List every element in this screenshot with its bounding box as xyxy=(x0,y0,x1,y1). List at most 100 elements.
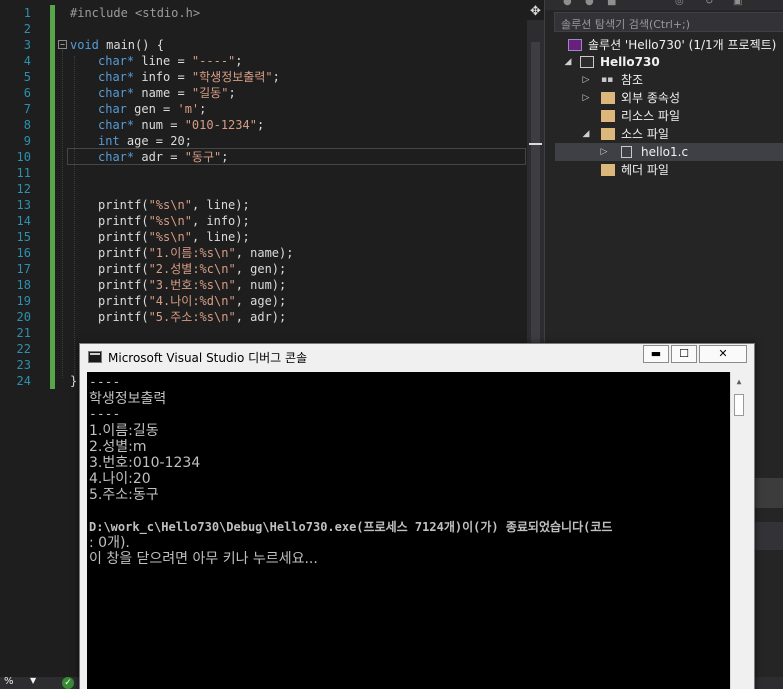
scrollbar-thumb[interactable] xyxy=(734,394,744,416)
folder-icon xyxy=(601,92,615,104)
keyword: void xyxy=(70,38,99,52)
console-app-icon xyxy=(88,351,102,363)
tree-item-label: 외부 종속성 xyxy=(621,91,681,105)
no-issues-icon[interactable]: ✓ xyxy=(62,677,74,689)
tree-item-header-files[interactable]: 헤더 파일 xyxy=(555,161,783,179)
code-token: ; xyxy=(256,118,265,132)
expand-triangle-icon[interactable]: ◢ xyxy=(581,125,591,143)
line-number: 8 xyxy=(23,118,31,132)
tree-item-label: 소스 파일 xyxy=(621,127,669,141)
expand-triangle-icon[interactable]: ◢ xyxy=(563,53,573,71)
scroll-up-arrow-icon[interactable]: ▲ xyxy=(731,374,747,390)
code-token: info = xyxy=(134,70,192,84)
scrollbar-thumb[interactable] xyxy=(531,42,540,362)
tree-item-external-dependencies[interactable]: ▷ 외부 종속성 xyxy=(555,89,783,107)
string-literal: "----" xyxy=(191,54,236,68)
code-token: , info); xyxy=(191,214,250,228)
tree-item-label: 리소스 파일 xyxy=(621,109,681,123)
console-line: 2.성별:m xyxy=(89,439,147,455)
console-line: 5.주소:동구 xyxy=(89,487,159,503)
string-literal: "010-1234" xyxy=(184,118,257,132)
code-line: int age = 20; xyxy=(98,133,192,149)
caret-position-marker xyxy=(529,143,542,145)
code-token: num = xyxy=(134,118,185,132)
zoom-dropdown-icon[interactable]: ▼ xyxy=(30,676,36,685)
collapse-triangle-icon[interactable]: ▷ xyxy=(581,89,591,107)
keyword: char* xyxy=(98,118,135,132)
tree-item-label: 참조 xyxy=(621,73,644,87)
code-token: , name); xyxy=(235,246,294,260)
code-line: char* line = "----"; xyxy=(98,53,243,69)
code-token: printf( xyxy=(98,294,149,308)
line-number: 10 xyxy=(16,150,31,164)
forward-icon[interactable]: ● xyxy=(585,0,594,7)
change-tracking-bar xyxy=(50,5,55,389)
console-output[interactable]: ---- 학생정보출력 ---- 1.이름:길동 2.성별:m 3.번호:010… xyxy=(87,372,730,689)
code-token: age = 20; xyxy=(119,134,192,148)
collapse-all-icon[interactable]: ▣ xyxy=(733,0,742,7)
console-line: ---- xyxy=(89,375,121,390)
zoom-level[interactable]: % xyxy=(4,676,14,687)
explorer-search-input[interactable]: 솔루션 탐색기 검색(Ctrl+;) xyxy=(554,12,783,32)
tree-item-source-files[interactable]: ◢ 소스 파일 xyxy=(555,125,783,143)
code-line: printf("4.나이:%d\n", age); xyxy=(98,293,286,309)
line-number: 20 xyxy=(16,310,31,324)
string-literal: "4.나이:%d\n" xyxy=(148,294,236,308)
folder-icon xyxy=(601,110,615,122)
code-line: printf("5.주소:%s\n", adr); xyxy=(98,309,286,325)
close-button[interactable]: ✕ xyxy=(699,345,747,363)
console-vertical-scrollbar[interactable]: ▲ xyxy=(730,372,747,689)
split-view-icon[interactable]: ✥ xyxy=(527,4,544,20)
tree-item-label: 솔루션 'Hello730' (1/1개 프로젝트) xyxy=(588,38,777,52)
tree-item-hello1-c[interactable]: ▷ hello1.c xyxy=(555,143,783,161)
tree-item-project[interactable]: ◢ Hello730 xyxy=(555,53,783,71)
line-number: 1 xyxy=(23,6,31,20)
tree-item-solution[interactable]: 솔루션 'Hello730' (1/1개 프로젝트) xyxy=(555,36,783,54)
tree-item-label: 헤더 파일 xyxy=(621,163,669,177)
console-line: 학생정보출력 xyxy=(89,391,167,407)
tree-item-resource-files[interactable]: 리소스 파일 xyxy=(555,107,783,125)
tree-item-label: hello1.c xyxy=(641,145,689,159)
console-line: : 0개). xyxy=(89,535,130,551)
code-token: ; xyxy=(199,102,207,116)
folder-icon xyxy=(601,164,615,176)
code-line: char* name = "길동"; xyxy=(98,85,236,101)
keyword: int xyxy=(98,134,120,148)
keyword: char* xyxy=(98,54,135,68)
console-line: 이 창을 닫으려면 아무 키나 누르세요... xyxy=(89,551,318,567)
minimize-button[interactable]: ▬ xyxy=(643,345,669,363)
string-literal: "길동" xyxy=(191,86,229,100)
code-line: } xyxy=(70,373,77,389)
code-token: gen = xyxy=(126,102,178,116)
refresh-icon[interactable]: ↻ xyxy=(705,0,713,7)
line-number: 2 xyxy=(23,22,31,36)
line-number: 9 xyxy=(23,134,31,148)
keyword: char* xyxy=(98,70,135,84)
console-line: 1.이름:길동 xyxy=(89,423,159,439)
code-token: line = xyxy=(134,54,192,68)
collapse-triangle-icon[interactable]: ▷ xyxy=(599,143,609,161)
collapse-triangle-icon[interactable]: ▷ xyxy=(581,71,591,89)
sync-icon[interactable]: ◎ xyxy=(675,0,684,7)
debug-console-window[interactable]: Microsoft Visual Studio 디버그 콘솔 ▬ ☐ ✕ ---… xyxy=(79,343,755,689)
code-token: , line); xyxy=(191,230,250,244)
code-line: printf("3.번호:%s\n", num); xyxy=(98,277,286,293)
home-icon[interactable]: ■ xyxy=(607,0,616,7)
tree-item-references[interactable]: ▷ ▪▪ 참조 xyxy=(555,71,783,89)
back-icon[interactable]: ● xyxy=(563,0,572,7)
string-literal: "동구" xyxy=(184,150,222,164)
code-line: printf("1.이름:%s\n", name); xyxy=(98,245,293,261)
solution-icon xyxy=(568,39,582,51)
console-title-bar[interactable]: Microsoft Visual Studio 디버그 콘솔 ▬ ☐ ✕ xyxy=(80,344,754,371)
line-number: 12 xyxy=(16,182,31,196)
line-number: 13 xyxy=(16,198,31,212)
code-token: , age); xyxy=(235,294,287,308)
maximize-button[interactable]: ☐ xyxy=(671,345,697,363)
line-number: 16 xyxy=(16,246,31,260)
code-line: printf("%s\n", info); xyxy=(98,213,250,229)
string-literal: "2.성별:%c\n" xyxy=(148,262,236,276)
code-token: ; xyxy=(272,70,280,84)
closing-brace: } xyxy=(70,374,78,388)
search-placeholder: 솔루션 탐색기 검색(Ctrl+;) xyxy=(561,18,691,31)
console-line: 4.나이:20 xyxy=(89,471,151,487)
